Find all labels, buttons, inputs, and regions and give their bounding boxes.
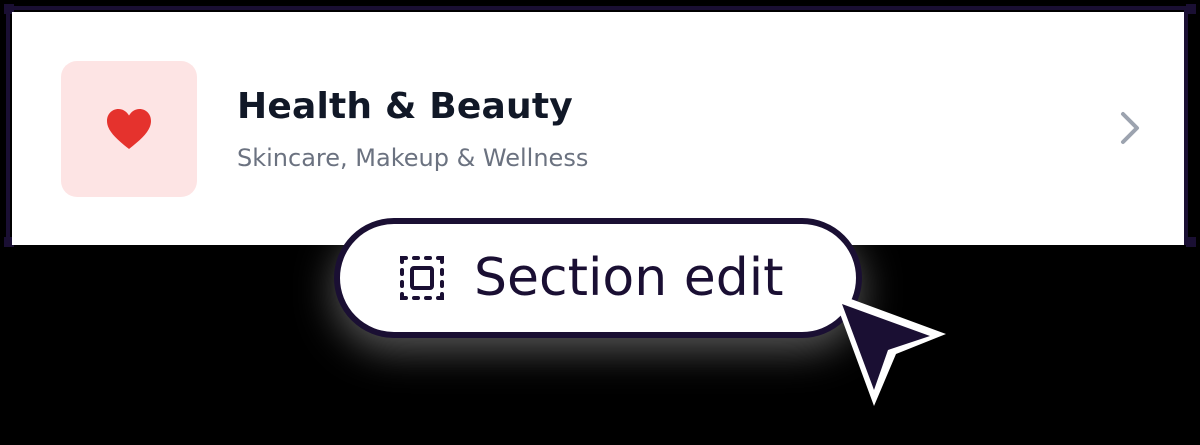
category-card[interactable]: Health & Beauty Skincare, Makeup & Welln… [12,12,1184,245]
category-icon-tile [61,61,197,197]
category-title: Health & Beauty [237,86,573,127]
selection-handle-bottom-right[interactable] [1186,237,1196,247]
selection-handle-top-right[interactable] [1186,4,1196,14]
pointer-cursor-icon [832,292,946,406]
canvas: { "card": { "title": "Health & Beauty", … [0,0,1200,445]
category-subtitle: Skincare, Makeup & Wellness [237,144,589,172]
section-select-icon [400,256,444,300]
section-edit-label: Section edit [474,248,784,308]
heart-icon [107,109,151,149]
section-edit-button[interactable]: Section edit [334,218,862,338]
chevron-right-icon[interactable] [1117,110,1143,146]
